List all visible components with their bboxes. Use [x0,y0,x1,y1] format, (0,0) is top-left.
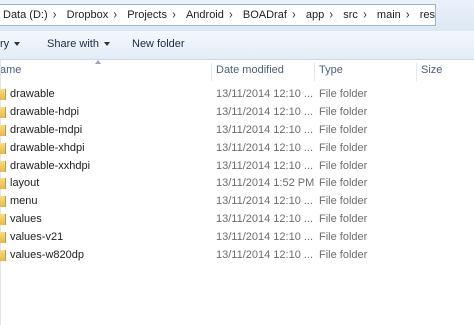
folder-icon [0,160,6,172]
column-header-date[interactable]: Date modified [211,60,314,82]
file-name: menu [10,195,38,208]
organize-button[interactable]: ry [0,38,21,50]
file-row[interactable]: values-w820dp 13/11/2014 12:10 ... File fo… [0,246,474,264]
new-folder-button[interactable]: New folder [132,38,185,50]
folder-icon [0,231,6,244]
new-folder-label: New folder [132,38,185,50]
file-type: File folder [319,141,368,154]
file-name: drawable-xxhdpi [10,159,91,172]
file-date-modified: 13/11/2014 12:10 ... [216,213,314,226]
file-type: File folder [319,195,368,208]
chevron-right-icon[interactable]: › [167,8,181,22]
breadcrumb-item[interactable]: src › [340,5,374,25]
chevron-down-icon [103,42,110,47]
file-name: layout [10,177,40,190]
file-date-modified: 13/11/2014 1:52 PM [216,177,315,190]
address-bar-area: Data (D:) › Dropbox › Projects › Android › BOADr… [0,0,474,31]
breadcrumb-label: BOADraf [242,9,287,21]
file-type: File folder [319,123,368,136]
folder-icon [0,195,6,208]
file-type: File folder [319,231,368,244]
file-row[interactable]: values-v21 13/11/2014 12:10 ... File folde… [0,228,474,246]
breadcrumb-label: src [343,9,358,21]
file-row[interactable]: drawable-hdpi 13/11/2014 12:10 ... File fo… [0,103,474,121]
breadcrumb-label: Data (D:) [3,9,48,21]
chevron-down-icon [14,42,21,47]
file-name: values [10,213,42,226]
file-type: File folder [319,159,368,172]
breadcrumb-item[interactable]: main › [374,5,417,25]
share-with-label: Share with [47,38,99,50]
chevron-right-icon[interactable]: › [48,8,62,22]
file-name: drawable-hdpi [10,105,80,118]
breadcrumb-label: Dropbox [66,9,109,21]
file-type: File folder [319,105,368,118]
file-row[interactable]: menu 13/11/2014 12:10 ... File folder [0,192,474,210]
file-row[interactable]: drawable-mdpi 13/11/2014 12:10 ... File fo… [0,121,474,139]
folder-icon [0,88,6,100]
breadcrumb-item[interactable]: BOADraf › [240,5,303,25]
folder-icon [0,213,6,226]
breadcrumb-label: Android [185,9,224,21]
breadcrumb-item[interactable]: res› [417,5,436,25]
folder-icon [0,142,6,154]
file-date-modified: 13/11/2014 12:10 ... [216,159,314,172]
chevron-right-icon[interactable]: › [324,8,338,22]
file-date-modified: 13/11/2014 12:10 ... [216,141,314,154]
breadcrumb-label: Projects [127,9,167,21]
breadcrumb-item[interactable]: Data (D:) › [0,5,64,25]
address-bar-end [436,4,474,26]
column-header-date-label: Date modified [216,64,284,76]
breadcrumb-item[interactable]: Android › [183,5,240,25]
folder-icon [0,124,6,136]
breadcrumb-item[interactable]: Projects › [124,5,183,25]
command-bar: ry Share with New folder [0,31,474,60]
column-header-name[interactable]: ame [0,60,210,82]
column-header-type-label: Type [319,64,343,76]
chevron-right-icon[interactable]: › [287,8,301,22]
chevron-right-icon[interactable]: › [401,8,415,22]
file-name: drawable [10,88,55,100]
file-type: File folder [319,88,368,100]
file-date-modified: 13/11/2014 12:10 ... [216,105,314,118]
file-list: drawable 13/11/2014 12:10 ... File folder d… [0,85,474,264]
file-date-modified: 13/11/2014 12:10 ... [216,123,314,136]
address-bar[interactable]: Data (D:) › Dropbox › Projects › Android › BOADr… [0,4,436,26]
folder-icon [0,249,6,262]
file-type: File folder [319,177,368,190]
folder-icon [0,106,6,118]
file-name: drawable-mdpi [10,123,83,136]
breadcrumb-label: res [419,9,436,21]
file-type: File folder [319,249,368,262]
file-date-modified: 13/11/2014 12:10 ... [216,195,314,208]
file-row[interactable]: drawable-xhdpi 13/11/2014 12:10 ... File f… [0,139,474,157]
file-row[interactable]: values 13/11/2014 12:10 ... File folder [0,210,474,228]
folder-icon [0,177,6,190]
file-name: values-v21 [10,231,64,244]
breadcrumb-item[interactable]: Dropbox › [64,5,125,25]
file-row[interactable]: drawable-xxhdpi 13/11/2014 12:10 ... File … [0,157,474,175]
breadcrumb-label: main [376,9,401,21]
chevron-right-icon[interactable]: › [358,8,372,22]
breadcrumb-label: app [305,9,325,21]
file-row[interactable]: drawable 13/11/2014 12:10 ... File folder [0,85,474,103]
file-name: drawable-xhdpi [10,141,85,154]
file-date-modified: 13/11/2014 12:10 ... [216,231,314,244]
chevron-right-icon[interactable]: › [108,8,122,22]
breadcrumb-item[interactable]: app › [303,5,340,25]
file-type: File folder [319,213,368,226]
file-date-modified: 13/11/2014 12:10 ... [216,88,314,100]
file-date-modified: 13/11/2014 12:10 ... [216,249,314,262]
column-header-size[interactable]: Size [416,60,474,82]
file-row[interactable]: layout 13/11/2014 1:52 PM File folder [0,174,474,192]
column-header-type[interactable]: Type [314,60,416,82]
file-name: values-w820dp [10,249,84,262]
share-with-button[interactable]: Share with [47,38,110,50]
organize-label: ry [0,38,10,50]
column-header-size-label: Size [421,64,443,76]
column-header-name-label: ame [0,64,22,76]
chevron-right-icon[interactable]: › [224,8,238,22]
column-header-row: ame Date modified Type Size [0,60,474,82]
